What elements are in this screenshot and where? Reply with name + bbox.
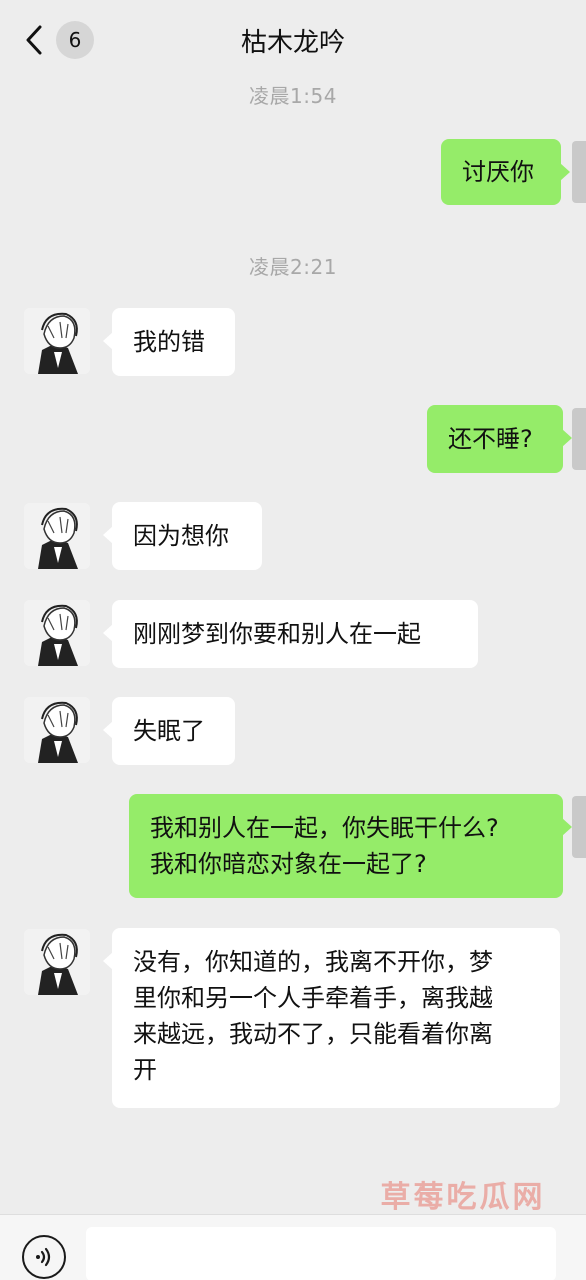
message-line: 开 xyxy=(133,1056,157,1084)
self-avatar[interactable] xyxy=(572,796,586,858)
message-bubble-outgoing[interactable]: 还不睡? xyxy=(427,405,572,473)
avatar-image xyxy=(24,929,90,995)
self-avatar[interactable] xyxy=(572,408,586,470)
message-bubble-outgoing[interactable]: 讨厌你 xyxy=(441,139,570,205)
message-line: 没有，你知道的，我离不开你，梦 xyxy=(133,948,493,976)
chat-title: 枯木龙吟 xyxy=(240,28,345,58)
contact-avatar[interactable] xyxy=(24,929,90,995)
message-line: 来越远，我动不了，只能看着你离 xyxy=(133,1020,493,1048)
avatar-image xyxy=(24,697,90,763)
voice-icon xyxy=(36,1247,51,1267)
avatar-image xyxy=(24,503,90,569)
avatar-image xyxy=(24,308,90,374)
contact-avatar[interactable] xyxy=(24,308,90,374)
contact-avatar[interactable] xyxy=(24,503,90,569)
timestamp: 凌晨2:21 xyxy=(249,255,337,279)
message-line: 我和你暗恋对象在一起了? xyxy=(150,850,427,878)
contact-avatar[interactable] xyxy=(24,600,90,666)
message-line: 里你和另一个人手牵着手，离我越 xyxy=(133,984,493,1012)
voice-button[interactable] xyxy=(22,1235,66,1279)
input-bar xyxy=(0,1214,586,1280)
message-line: 我和别人在一起，你失眠干什么? xyxy=(150,814,499,842)
message-bubble-incoming[interactable]: 因为想你 xyxy=(103,502,262,570)
timestamp: 凌晨1:54 xyxy=(249,84,337,108)
message-bubble-incoming[interactable]: 失眠了 xyxy=(103,697,235,765)
watermark-text: 草莓吃瓜网 xyxy=(380,1180,546,1215)
chat-header: 6 枯木龙吟 xyxy=(0,0,586,78)
avatar-image xyxy=(24,600,90,666)
message-bubble-incoming[interactable]: 刚刚梦到你要和别人在一起 xyxy=(103,600,478,668)
message-bubble-incoming[interactable]: 我的错 xyxy=(103,308,235,376)
contact-avatar[interactable] xyxy=(24,697,90,763)
self-avatar[interactable] xyxy=(572,141,586,203)
message-bubble-incoming[interactable]: 没有，你知道的，我离不开你，梦 里你和另一个人手牵着手，离我越 来越远，我动不了… xyxy=(103,928,560,1108)
message-input[interactable] xyxy=(86,1227,556,1280)
message-bubble-outgoing[interactable]: 我和别人在一起，你失眠干什么? 我和你暗恋对象在一起了? xyxy=(129,794,572,898)
